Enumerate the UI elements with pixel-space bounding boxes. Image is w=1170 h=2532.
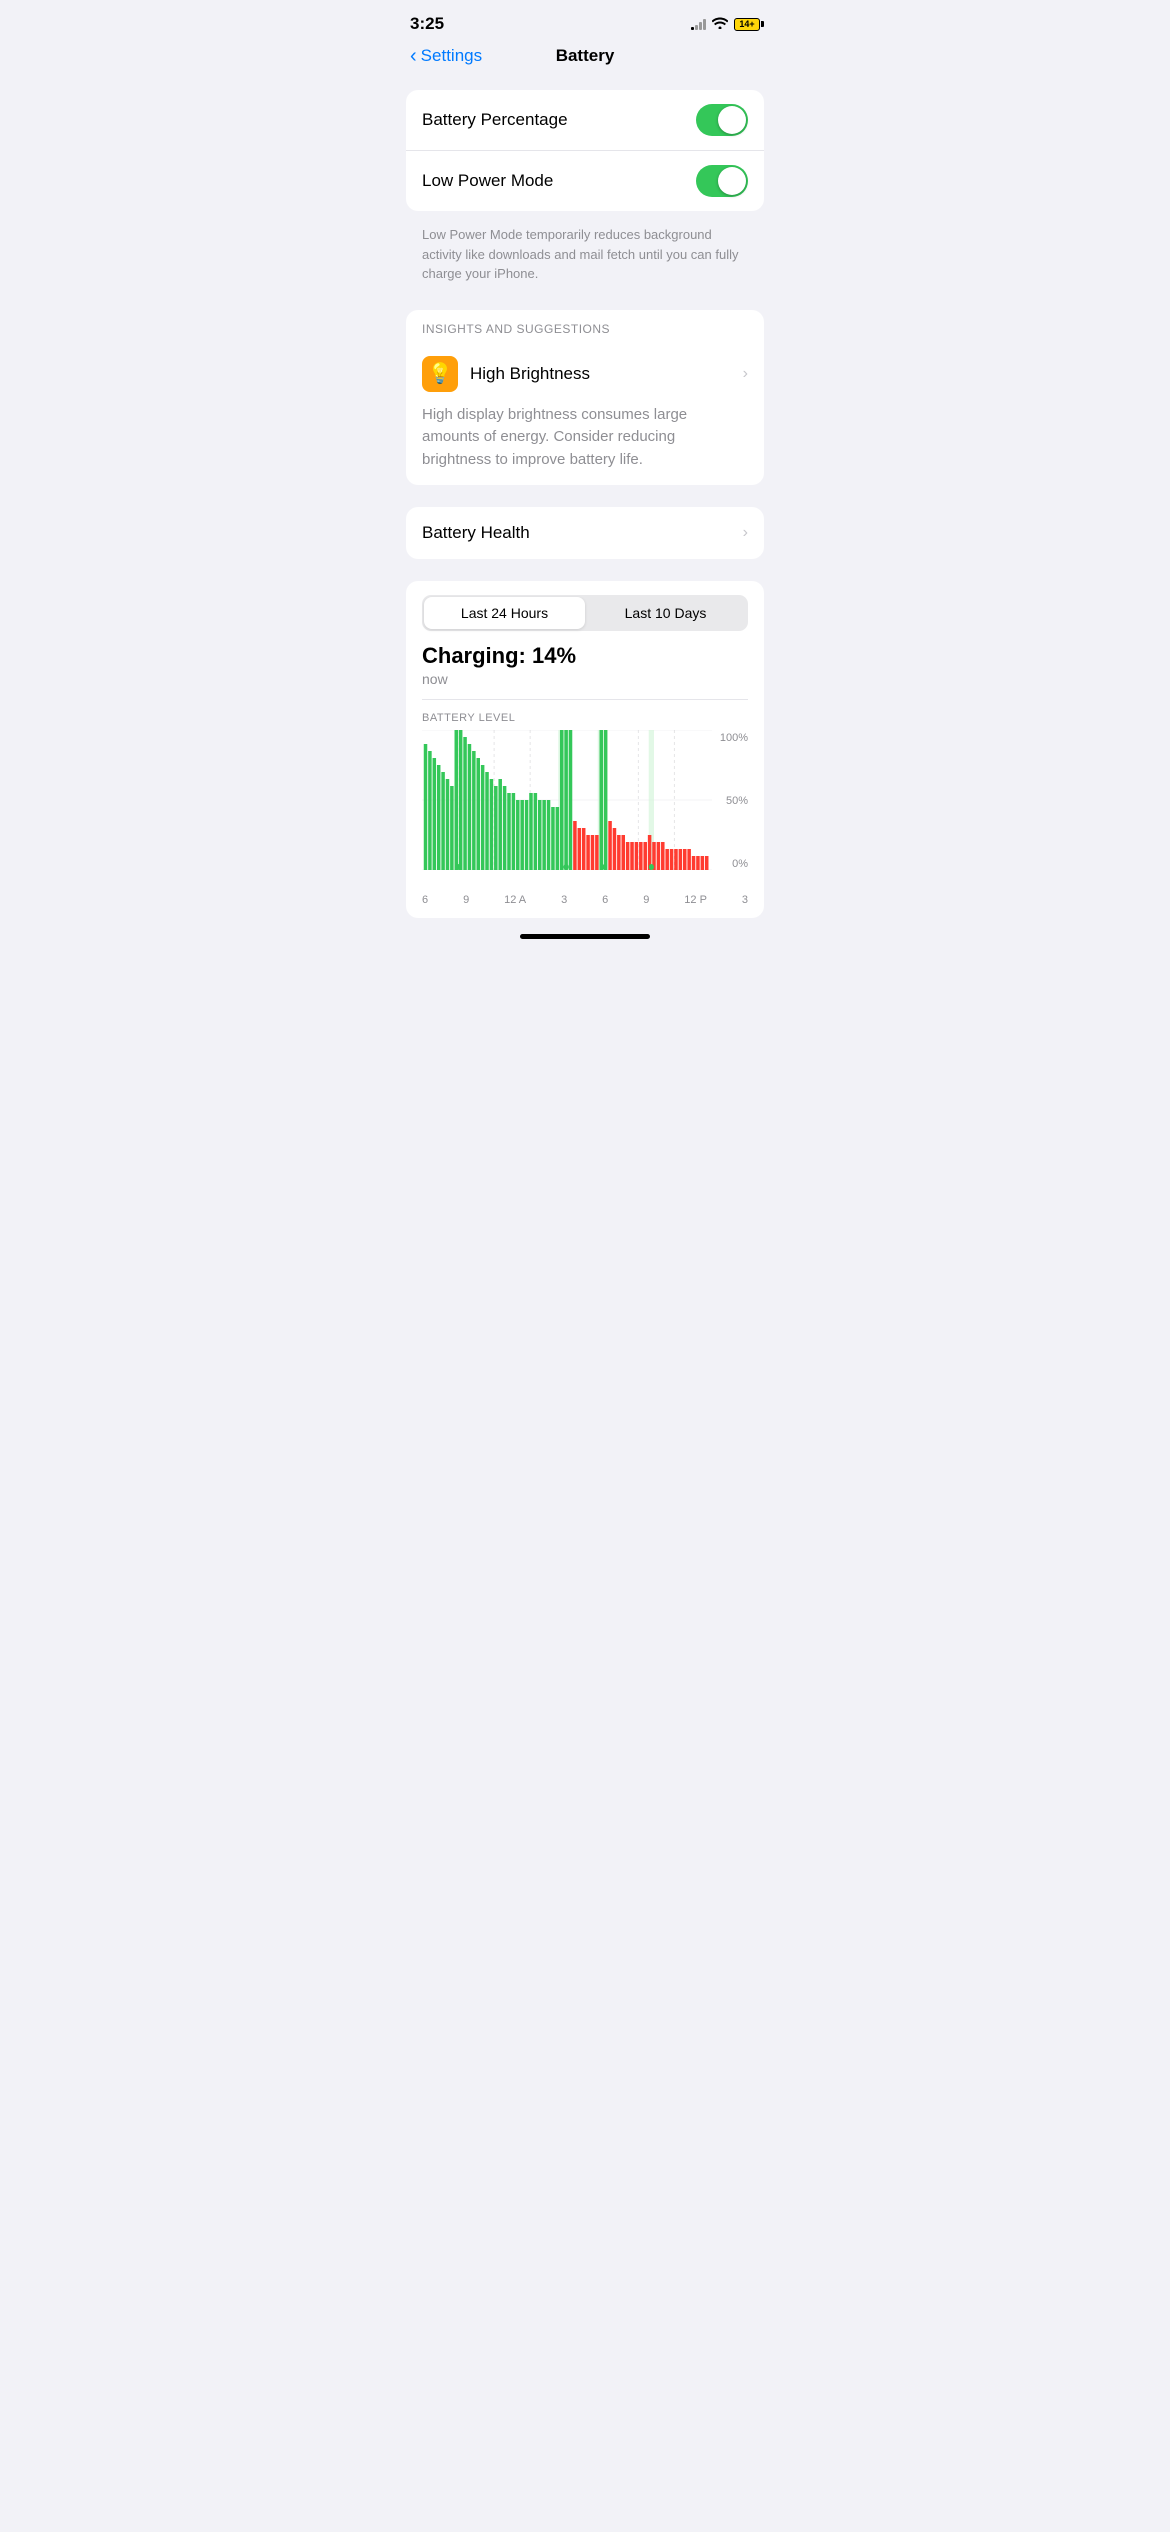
low-power-mode-row[interactable]: Low Power Mode (406, 150, 764, 211)
nav-bar: ‹ Settings Battery (390, 38, 780, 78)
battery-health-row[interactable]: Battery Health › (406, 507, 764, 559)
insight-title: High Brightness (470, 364, 731, 384)
chart-container: BATTERY LEVEL (422, 699, 748, 906)
battery-health-card[interactable]: Battery Health › (406, 507, 764, 559)
x-label-12a: 12 A (504, 894, 526, 906)
x-label-12p: 12 P (684, 894, 707, 906)
battery-status-icon: 14+ (734, 18, 760, 31)
x-label-9a: 9 (463, 894, 469, 906)
chart-x-labels: 6 9 12 A 3 6 9 12 P 3 (422, 890, 748, 906)
low-power-mode-label: Low Power Mode (422, 171, 553, 191)
chart-label: BATTERY LEVEL (422, 712, 748, 724)
battery-health-label: Battery Health (422, 523, 530, 543)
charging-title: Charging: 14% (422, 643, 748, 669)
back-label: Settings (421, 46, 482, 66)
y-label-100: 100% (712, 732, 748, 744)
charging-time: now (422, 671, 748, 687)
last-24-hours-button[interactable]: Last 24 Hours (424, 597, 585, 629)
wifi-icon (712, 16, 728, 32)
chart-y-labels: 100% 50% 0% (712, 730, 748, 890)
status-icons: 14+ (691, 16, 760, 32)
high-brightness-row[interactable]: 💡 High Brightness › (406, 344, 764, 404)
last-10-days-button[interactable]: Last 10 Days (585, 597, 746, 629)
insights-section-label: INSIGHTS AND SUGGESTIONS (406, 310, 764, 344)
status-time: 3:25 (410, 14, 444, 34)
signal-icon (691, 18, 706, 30)
x-label-3a: 3 (561, 894, 567, 906)
x-label-6b: 6 (602, 894, 608, 906)
x-label-9b: 9 (643, 894, 649, 906)
chart-area (422, 730, 712, 890)
battery-percentage-row[interactable]: Battery Percentage (406, 90, 764, 150)
insight-chevron-icon: › (743, 365, 748, 383)
insight-description: High display brightness consumes large a… (406, 404, 764, 486)
insights-card: INSIGHTS AND SUGGESTIONS 💡 High Brightne… (406, 310, 764, 486)
status-bar: 3:25 14+ (390, 0, 780, 38)
battery-percentage-toggle[interactable] (696, 104, 748, 136)
x-label-6a: 6 (422, 894, 428, 906)
back-button[interactable]: ‹ Settings (410, 46, 482, 66)
x-label-3b: 3 (742, 894, 748, 906)
battery-health-chevron-icon: › (743, 524, 748, 542)
time-selector[interactable]: Last 24 Hours Last 10 Days (422, 595, 748, 631)
content: Battery Percentage Low Power Mode Low Po… (390, 78, 780, 918)
battery-chart (422, 730, 712, 870)
toggles-card: Battery Percentage Low Power Mode (406, 90, 764, 211)
low-power-mode-toggle[interactable] (696, 165, 748, 197)
home-indicator (520, 934, 650, 939)
brightness-icon: 💡 (422, 356, 458, 392)
low-power-description: Low Power Mode temporarily reduces backg… (406, 221, 764, 298)
page-title: Battery (556, 46, 615, 66)
chart-wrap: 100% 50% 0% (422, 730, 748, 890)
y-label-50: 50% (712, 795, 748, 807)
battery-percentage-label: Battery Percentage (422, 110, 568, 130)
y-label-0: 0% (712, 858, 748, 870)
back-chevron-icon: ‹ (410, 46, 417, 66)
graph-card: Last 24 Hours Last 10 Days Charging: 14%… (406, 581, 764, 918)
battery-percent-label: 14+ (735, 19, 759, 29)
